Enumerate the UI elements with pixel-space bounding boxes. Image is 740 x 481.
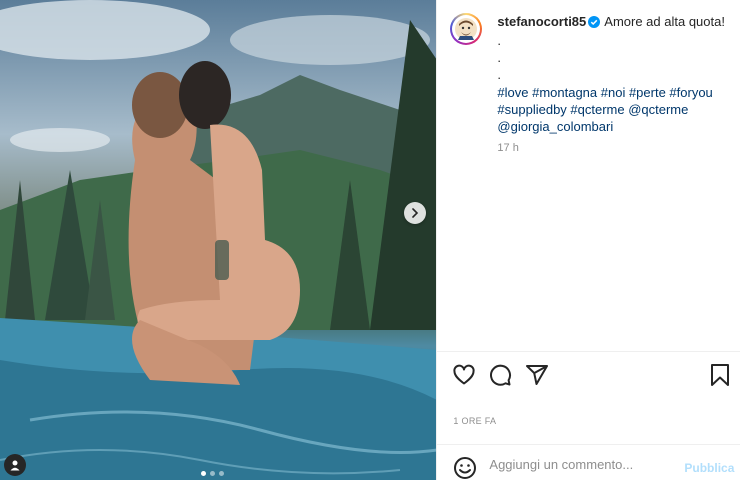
- post-photo: [0, 0, 437, 480]
- avatar-illustration: [455, 18, 478, 40]
- avatar-image: [452, 15, 481, 43]
- comment-bubble-icon[interactable]: [488, 363, 512, 387]
- heart-icon[interactable]: [452, 363, 476, 387]
- comment-input[interactable]: [489, 453, 670, 475]
- caption-relative-time: 17 h: [497, 142, 519, 154]
- caption-message: Amore ad alta quota!: [604, 14, 725, 29]
- paper-plane-icon[interactable]: [525, 363, 549, 387]
- bookmark-icon[interactable]: [709, 363, 731, 387]
- avatar[interactable]: [450, 13, 483, 45]
- post-action-bar: [437, 351, 740, 400]
- username-link[interactable]: stefanocorti85: [497, 14, 586, 29]
- carousel-dot: [210, 471, 215, 476]
- comment-bar: Pubblica: [437, 444, 740, 481]
- emoji-icon[interactable]: [453, 456, 477, 480]
- post-media[interactable]: [0, 0, 437, 480]
- post-details-panel: stefanocorti85 Amore ad alta quota! . . .…: [436, 0, 740, 480]
- instagram-post: stefanocorti85 Amore ad alta quota! . . .…: [0, 0, 740, 480]
- caption-dot-line: .: [497, 50, 502, 65]
- carousel-dot: [201, 471, 206, 476]
- carousel-indicator: [201, 471, 224, 476]
- carousel-next-button[interactable]: [404, 202, 426, 224]
- user-icon: [10, 460, 20, 471]
- publish-button[interactable]: Pubblica: [684, 461, 734, 475]
- post-timestamp[interactable]: 1 ORE FA: [453, 416, 496, 426]
- carousel-dot: [219, 471, 224, 476]
- caption-hashtags[interactable]: #love #montagna #noi #perte #foryou #sup…: [497, 84, 726, 135]
- tagged-users-button[interactable]: [4, 454, 26, 476]
- post-caption: stefanocorti85 Amore ad alta quota! . . .…: [437, 0, 740, 157]
- caption-dot-line: .: [497, 67, 502, 82]
- verified-badge-icon: [588, 15, 601, 32]
- caption-text: stefanocorti85 Amore ad alta quota! . . .…: [497, 13, 726, 157]
- caption-dot-line: .: [497, 33, 502, 48]
- chevron-right-icon: [412, 208, 419, 218]
